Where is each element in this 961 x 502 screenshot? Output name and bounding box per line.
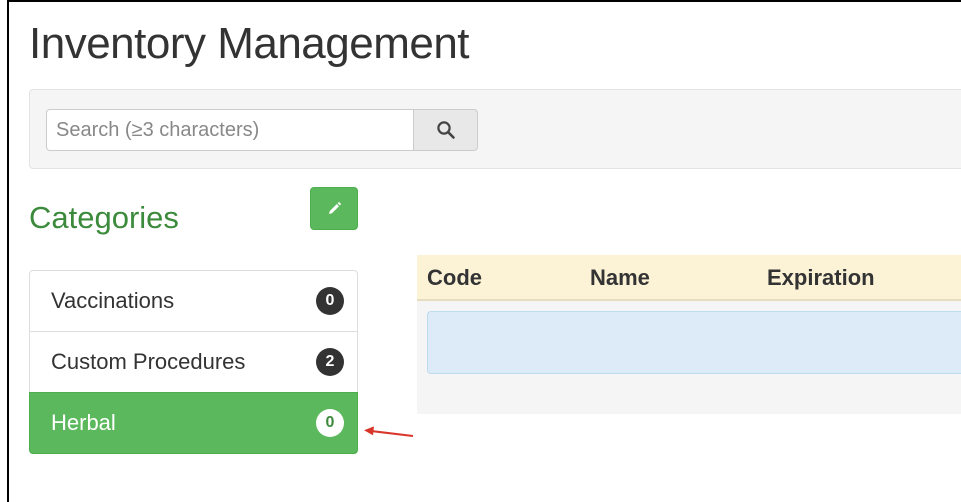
items-table: Code Name Expiration [417, 255, 961, 414]
column-header-code[interactable]: Code [427, 265, 482, 291]
search-well [29, 89, 961, 169]
category-label: Vaccinations [51, 288, 175, 313]
category-item-herbal[interactable]: Herbal 0 [29, 392, 358, 454]
arrow-left-icon [364, 426, 414, 437]
app-frame: Inventory Management Categories Vaccinat… [7, 0, 961, 502]
search-icon [436, 121, 455, 139]
category-count-badge: 0 [316, 287, 344, 315]
page-title: Inventory Management [29, 19, 470, 68]
pencil-icon [329, 201, 341, 214]
category-count-badge: 0 [316, 409, 344, 437]
category-label: Herbal [51, 410, 116, 435]
category-item-custom-procedures[interactable]: Custom Procedures 2 [29, 331, 358, 393]
search-input[interactable] [46, 109, 414, 151]
category-count-badge: 2 [316, 348, 344, 376]
category-list: Vaccinations 0 Custom Procedures 2 Herba… [29, 270, 358, 454]
column-header-expiration[interactable]: Expiration [767, 265, 875, 291]
category-label: Custom Procedures [51, 349, 246, 374]
empty-table-row [427, 311, 961, 374]
column-header-name[interactable]: Name [590, 265, 650, 291]
edit-categories-button[interactable] [310, 187, 358, 230]
categories-title: Categories [29, 200, 179, 235]
table-header: Code Name Expiration [417, 255, 961, 301]
category-item-vaccinations[interactable]: Vaccinations 0 [29, 270, 358, 332]
search-button[interactable] [414, 109, 478, 151]
